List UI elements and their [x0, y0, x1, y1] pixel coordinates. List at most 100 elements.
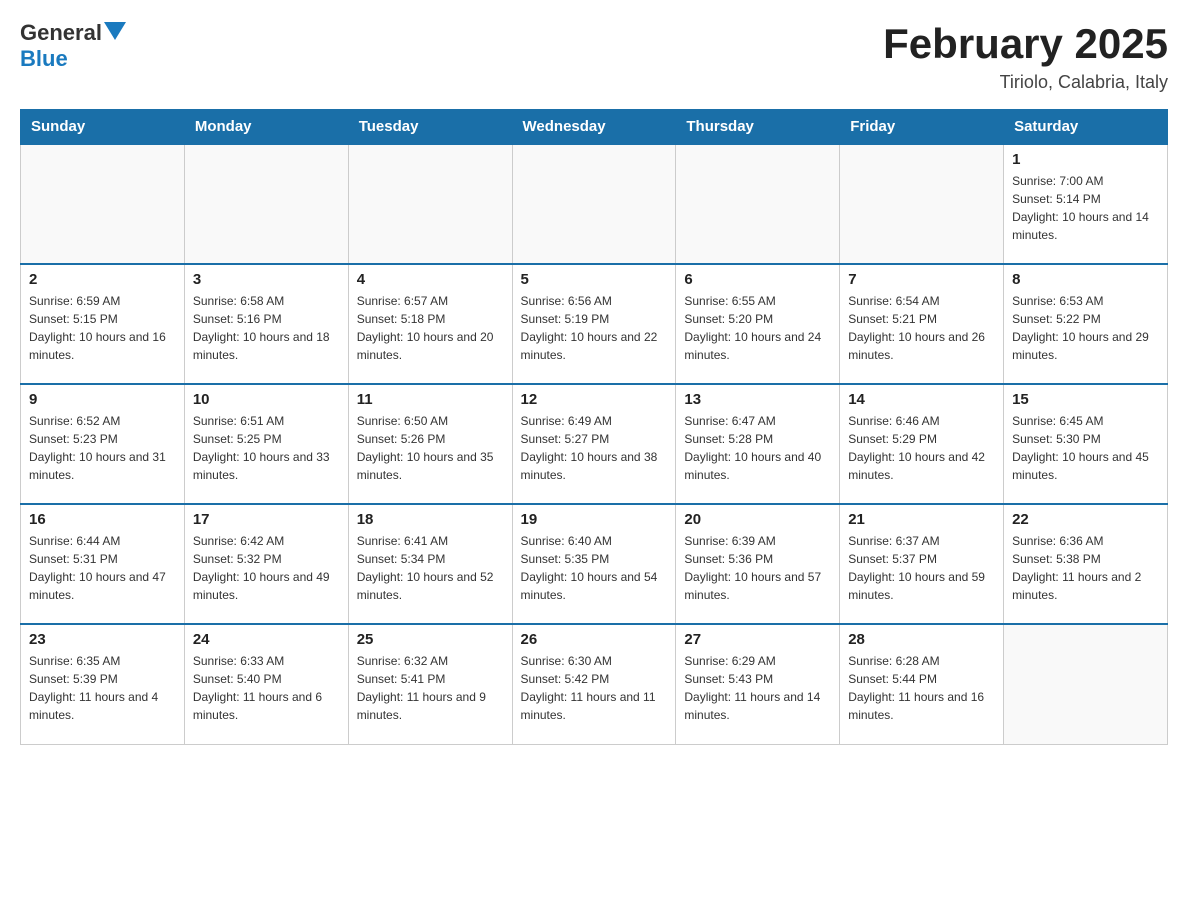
- day-number: 19: [521, 511, 668, 528]
- day-info: Sunrise: 6:42 AMSunset: 5:32 PMDaylight:…: [193, 532, 340, 604]
- day-number: 14: [848, 391, 995, 408]
- day-info: Sunrise: 6:58 AMSunset: 5:16 PMDaylight:…: [193, 292, 340, 364]
- day-number: 24: [193, 631, 340, 648]
- day-number: 28: [848, 631, 995, 648]
- day-info: Sunrise: 6:35 AMSunset: 5:39 PMDaylight:…: [29, 652, 176, 724]
- calendar-cell: 14 Sunrise: 6:46 AMSunset: 5:29 PMDayligh…: [840, 384, 1004, 504]
- day-info: Sunrise: 6:45 AMSunset: 5:30 PMDaylight:…: [1012, 412, 1159, 484]
- calendar-cell: 12 Sunrise: 6:49 AMSunset: 5:27 PMDayligh…: [512, 384, 676, 504]
- day-number: 23: [29, 631, 176, 648]
- calendar-cell: 17 Sunrise: 6:42 AMSunset: 5:32 PMDayligh…: [184, 504, 348, 624]
- calendar-subtitle: Tiriolo, Calabria, Italy: [883, 72, 1168, 93]
- day-number: 20: [684, 511, 831, 528]
- day-header-monday: Monday: [184, 110, 348, 145]
- day-info: Sunrise: 6:57 AMSunset: 5:18 PMDaylight:…: [357, 292, 504, 364]
- calendar-header-row: SundayMondayTuesdayWednesdayThursdayFrid…: [21, 110, 1168, 145]
- week-row-1: 1 Sunrise: 7:00 AMSunset: 5:14 PMDaylight…: [21, 144, 1168, 264]
- day-number: 25: [357, 631, 504, 648]
- day-info: Sunrise: 6:55 AMSunset: 5:20 PMDaylight:…: [684, 292, 831, 364]
- calendar-cell: [1004, 624, 1168, 744]
- day-info: Sunrise: 6:54 AMSunset: 5:21 PMDaylight:…: [848, 292, 995, 364]
- day-info: Sunrise: 6:29 AMSunset: 5:43 PMDaylight:…: [684, 652, 831, 724]
- week-row-2: 2 Sunrise: 6:59 AMSunset: 5:15 PMDaylight…: [21, 264, 1168, 384]
- calendar-cell: 20 Sunrise: 6:39 AMSunset: 5:36 PMDayligh…: [676, 504, 840, 624]
- week-row-4: 16Sunrise: 6:44 AMSunset: 5:31 PMDayligh…: [21, 504, 1168, 624]
- calendar-cell: 15 Sunrise: 6:45 AMSunset: 5:30 PMDayligh…: [1004, 384, 1168, 504]
- calendar-cell: [184, 144, 348, 264]
- calendar-cell: 25Sunrise: 6:32 AMSunset: 5:41 PMDayligh…: [348, 624, 512, 744]
- day-number: 1: [1012, 151, 1159, 168]
- logo: General Blue: [20, 20, 126, 72]
- day-number: 13: [684, 391, 831, 408]
- day-header-saturday: Saturday: [1004, 110, 1168, 145]
- calendar-cell: 26 Sunrise: 6:30 AMSunset: 5:42 PMDayligh…: [512, 624, 676, 744]
- calendar-cell: 27 Sunrise: 6:29 AMSunset: 5:43 PMDayligh…: [676, 624, 840, 744]
- logo-blue: Blue: [20, 46, 68, 72]
- calendar-cell: [348, 144, 512, 264]
- title-block: February 2025 Tiriolo, Calabria, Italy: [883, 20, 1168, 93]
- calendar-cell: 24Sunrise: 6:33 AMSunset: 5:40 PMDayligh…: [184, 624, 348, 744]
- day-info: Sunrise: 6:37 AMSunset: 5:37 PMDaylight:…: [848, 532, 995, 604]
- day-number: 9: [29, 391, 176, 408]
- calendar-cell: 19 Sunrise: 6:40 AMSunset: 5:35 PMDayligh…: [512, 504, 676, 624]
- day-info: Sunrise: 6:50 AMSunset: 5:26 PMDaylight:…: [357, 412, 504, 484]
- calendar-cell: 2 Sunrise: 6:59 AMSunset: 5:15 PMDaylight…: [21, 264, 185, 384]
- logo-triangle-icon: [104, 22, 126, 40]
- day-number: 12: [521, 391, 668, 408]
- calendar-title: February 2025: [883, 20, 1168, 68]
- calendar-cell: 23 Sunrise: 6:35 AMSunset: 5:39 PMDayligh…: [21, 624, 185, 744]
- calendar-cell: [21, 144, 185, 264]
- calendar-cell: 13 Sunrise: 6:47 AMSunset: 5:28 PMDayligh…: [676, 384, 840, 504]
- day-number: 6: [684, 271, 831, 288]
- calendar-cell: 7 Sunrise: 6:54 AMSunset: 5:21 PMDaylight…: [840, 264, 1004, 384]
- day-number: 7: [848, 271, 995, 288]
- day-info: Sunrise: 6:28 AMSunset: 5:44 PMDaylight:…: [848, 652, 995, 724]
- day-info: Sunrise: 6:49 AMSunset: 5:27 PMDaylight:…: [521, 412, 668, 484]
- day-number: 15: [1012, 391, 1159, 408]
- day-number: 8: [1012, 271, 1159, 288]
- day-info: Sunrise: 6:56 AMSunset: 5:19 PMDaylight:…: [521, 292, 668, 364]
- day-header-sunday: Sunday: [21, 110, 185, 145]
- day-number: 22: [1012, 511, 1159, 528]
- day-header-wednesday: Wednesday: [512, 110, 676, 145]
- calendar-cell: 16Sunrise: 6:44 AMSunset: 5:31 PMDayligh…: [21, 504, 185, 624]
- day-info: Sunrise: 6:47 AMSunset: 5:28 PMDaylight:…: [684, 412, 831, 484]
- day-info: Sunrise: 6:52 AMSunset: 5:23 PMDaylight:…: [29, 412, 176, 484]
- day-number: 17: [193, 511, 340, 528]
- day-header-tuesday: Tuesday: [348, 110, 512, 145]
- page-header: General Blue February 2025 Tiriolo, Cala…: [20, 20, 1168, 93]
- day-number: 3: [193, 271, 340, 288]
- day-number: 5: [521, 271, 668, 288]
- day-info: Sunrise: 6:39 AMSunset: 5:36 PMDaylight:…: [684, 532, 831, 604]
- calendar-cell: 28 Sunrise: 6:28 AMSunset: 5:44 PMDayligh…: [840, 624, 1004, 744]
- day-number: 2: [29, 271, 176, 288]
- calendar-table: SundayMondayTuesdayWednesdayThursdayFrid…: [20, 109, 1168, 745]
- day-header-thursday: Thursday: [676, 110, 840, 145]
- day-info: Sunrise: 6:51 AMSunset: 5:25 PMDaylight:…: [193, 412, 340, 484]
- day-number: 10: [193, 391, 340, 408]
- day-number: 11: [357, 391, 504, 408]
- day-info: Sunrise: 6:36 AMSunset: 5:38 PMDaylight:…: [1012, 532, 1159, 604]
- calendar-cell: 18Sunrise: 6:41 AMSunset: 5:34 PMDayligh…: [348, 504, 512, 624]
- day-info: Sunrise: 6:40 AMSunset: 5:35 PMDaylight:…: [521, 532, 668, 604]
- calendar-cell: [512, 144, 676, 264]
- day-number: 27: [684, 631, 831, 648]
- calendar-cell: 10 Sunrise: 6:51 AMSunset: 5:25 PMDayligh…: [184, 384, 348, 504]
- day-info: Sunrise: 6:59 AMSunset: 5:15 PMDaylight:…: [29, 292, 176, 364]
- calendar-cell: 3 Sunrise: 6:58 AMSunset: 5:16 PMDaylight…: [184, 264, 348, 384]
- day-info: Sunrise: 6:30 AMSunset: 5:42 PMDaylight:…: [521, 652, 668, 724]
- calendar-cell: 4 Sunrise: 6:57 AMSunset: 5:18 PMDaylight…: [348, 264, 512, 384]
- day-number: 4: [357, 271, 504, 288]
- calendar-cell: 8 Sunrise: 6:53 AMSunset: 5:22 PMDaylight…: [1004, 264, 1168, 384]
- day-number: 21: [848, 511, 995, 528]
- calendar-cell: 11 Sunrise: 6:50 AMSunset: 5:26 PMDayligh…: [348, 384, 512, 504]
- day-info: Sunrise: 7:00 AMSunset: 5:14 PMDaylight:…: [1012, 172, 1159, 244]
- day-number: 26: [521, 631, 668, 648]
- calendar-cell: [676, 144, 840, 264]
- day-info: Sunrise: 6:46 AMSunset: 5:29 PMDaylight:…: [848, 412, 995, 484]
- day-info: Sunrise: 6:53 AMSunset: 5:22 PMDaylight:…: [1012, 292, 1159, 364]
- calendar-cell: [840, 144, 1004, 264]
- logo-general: General: [20, 20, 102, 46]
- day-info: Sunrise: 6:41 AMSunset: 5:34 PMDaylight:…: [357, 532, 504, 604]
- day-header-friday: Friday: [840, 110, 1004, 145]
